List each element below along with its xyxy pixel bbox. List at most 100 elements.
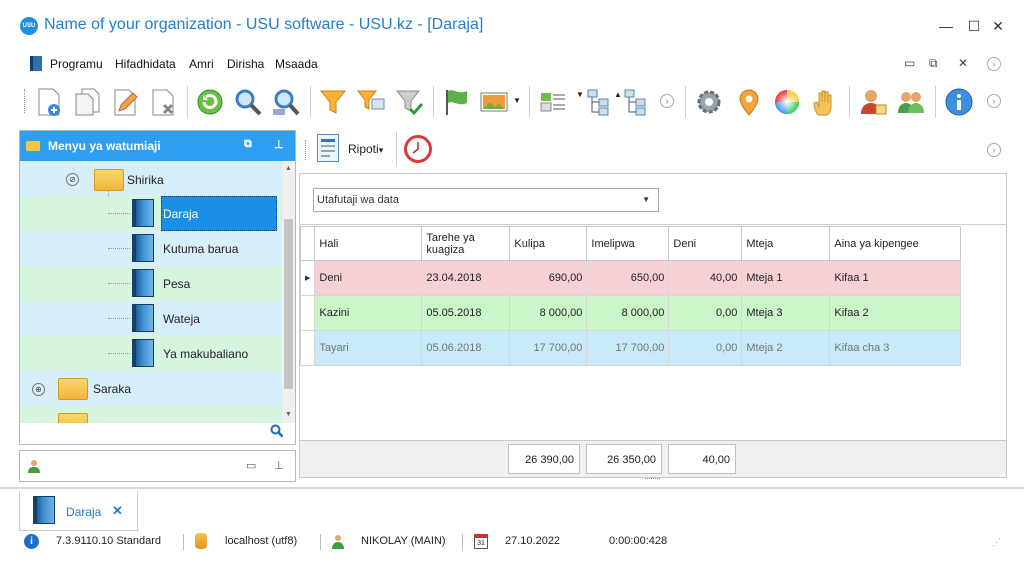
image-dropdown-icon[interactable]: ▼ — [513, 96, 521, 105]
cell-to-pay[interactable]: 690,00 — [509, 260, 588, 296]
copy-record-icon[interactable] — [71, 86, 103, 118]
cell-status[interactable]: Kazini — [314, 295, 423, 331]
col-mteja[interactable]: Mteja — [741, 226, 831, 261]
tree-scrollbar[interactable]: ▲ ▼ — [282, 161, 295, 423]
tree-collapse-icon[interactable] — [584, 86, 616, 118]
table-row[interactable]: Tayari 05.06.2018 17 700,00 17 700,00 0,… — [299, 330, 962, 366]
scroll-thumb[interactable] — [284, 219, 293, 389]
scroll-up-icon[interactable]: ▲ — [282, 165, 295, 172]
dropdown-arrow-icon[interactable]: ▼ — [642, 195, 650, 204]
tab-close-icon[interactable]: ✕ — [112, 503, 123, 519]
search-advanced-icon[interactable] — [270, 86, 302, 118]
col-kulipa[interactable]: Kulipa — [509, 226, 588, 261]
cell-debt[interactable]: 0,00 — [668, 330, 743, 366]
refresh-icon[interactable] — [194, 86, 226, 118]
report-menu-button[interactable]: Ripoti▾ — [348, 142, 383, 156]
panel-pin-button[interactable]: ⊥ — [274, 138, 284, 151]
cell-paid[interactable]: 650,00 — [586, 260, 670, 296]
mdi-minimize-button[interactable]: ▭ — [904, 56, 915, 70]
tree-expand-icon[interactable] — [621, 86, 653, 118]
cell-item-type[interactable]: Kifaa cha 3 — [829, 330, 962, 366]
users-group-icon[interactable] — [895, 86, 927, 118]
col-tarehe[interactable]: Tarehe ya kuagiza — [421, 226, 511, 261]
cell-item-type[interactable]: Kifaa 1 — [829, 260, 962, 296]
user-menu-panel: Menyu ya watumiaji ⧉ ⊥ ⊘ Shirika Daraja … — [19, 130, 296, 445]
menu-programu[interactable]: Programu — [50, 57, 103, 71]
clock-icon[interactable] — [404, 135, 432, 163]
col-imelipwa[interactable]: Imelipwa — [586, 226, 670, 261]
cell-paid[interactable]: 8 000,00 — [586, 295, 670, 331]
splitter-handle[interactable] — [645, 478, 660, 481]
tree-search-icon[interactable] — [270, 424, 284, 441]
menu-amri[interactable]: Amri — [189, 57, 214, 71]
minimize-button[interactable]: — — [936, 16, 956, 36]
cell-status[interactable]: Deni — [314, 260, 423, 296]
cell-to-pay[interactable]: 8 000,00 — [509, 295, 588, 331]
report-icon[interactable] — [317, 134, 339, 162]
cell-date[interactable]: 05.05.2018 — [421, 295, 511, 331]
mdi-restore-button[interactable]: ⧉ — [929, 56, 938, 71]
col-hali[interactable]: Hali — [314, 226, 423, 261]
menu-hifadhidata[interactable]: Hifadhidata — [115, 57, 176, 71]
map-pin-icon[interactable] — [733, 86, 765, 118]
app-menu-book-icon[interactable] — [30, 56, 42, 71]
tree-item-shirika[interactable]: ⊘ Shirika — [20, 161, 282, 196]
color-wheel-icon[interactable] — [771, 86, 803, 118]
panel2-minimize-button[interactable]: ▭ — [246, 459, 256, 472]
hand-icon[interactable] — [809, 86, 841, 118]
tab-daraja[interactable]: Daraja ✕ — [19, 491, 138, 531]
maximize-button[interactable]: ☐ — [964, 16, 984, 36]
table-row[interactable]: Kazini 05.05.2018 8 000,00 8 000,00 0,00… — [299, 295, 962, 331]
mdi-close-button[interactable]: ✕ — [958, 56, 968, 70]
add-record-icon[interactable] — [33, 86, 65, 118]
resize-grip-icon[interactable]: ⋰ — [992, 537, 1001, 548]
tree-item-saraka[interactable]: ⊕ Saraka — [20, 371, 282, 406]
expand-all-icon[interactable] — [537, 86, 569, 118]
menu-overflow-icon[interactable]: › — [987, 57, 1001, 71]
settings-gear-icon[interactable] — [693, 86, 725, 118]
cell-client[interactable]: Mteja 3 — [741, 295, 831, 331]
menu-dirisha[interactable]: Dirisha — [227, 57, 264, 71]
search-icon[interactable] — [232, 86, 264, 118]
col-deni[interactable]: Deni — [668, 226, 743, 261]
cell-debt[interactable]: 0,00 — [668, 295, 743, 331]
tree-item-daraja[interactable]: Daraja — [20, 196, 282, 231]
image-icon[interactable] — [478, 86, 510, 118]
report-toolbar-overflow-icon[interactable]: › — [987, 143, 1001, 157]
toolbar-overflow-icon-2[interactable]: › — [987, 94, 1001, 108]
close-button[interactable]: ✕ — [988, 16, 1008, 36]
filter-icon[interactable] — [317, 86, 349, 118]
tree-item-partial[interactable] — [20, 406, 282, 423]
scroll-down-icon[interactable]: ▼ — [282, 411, 295, 418]
col-aina[interactable]: Aina ya kipengee — [829, 226, 962, 261]
table-row[interactable]: ▶ Deni 23.04.2018 690,00 650,00 40,00 Mt… — [299, 260, 962, 296]
cell-date[interactable]: 23.04.2018 — [421, 260, 511, 296]
panel2-pin-button[interactable]: ⊥ — [274, 459, 284, 472]
clear-filter-icon[interactable] — [393, 86, 425, 118]
flag-icon[interactable] — [440, 86, 472, 118]
cell-to-pay[interactable]: 17 700,00 — [509, 330, 588, 366]
toolbar-overflow-icon-1[interactable]: › — [660, 94, 674, 108]
cell-date[interactable]: 05.06.2018 — [421, 330, 511, 366]
tree-item-pesa[interactable]: Pesa — [20, 266, 282, 301]
cell-status[interactable]: Tayari — [314, 330, 423, 366]
menu-msaada[interactable]: Msaada — [275, 57, 318, 71]
collapse-icon[interactable]: ⊘ — [66, 173, 79, 186]
tree-item-wateja[interactable]: Wateja — [20, 301, 282, 336]
cell-paid[interactable]: 17 700,00 — [586, 330, 670, 366]
tree-item-ya-makubaliano[interactable]: Ya makubaliano — [20, 336, 282, 371]
toolbar-grip[interactable] — [24, 89, 27, 113]
info-icon[interactable] — [943, 86, 975, 118]
data-search-select[interactable]: Utafutaji wa data ▼ — [313, 188, 659, 212]
filter-by-cell-icon[interactable] — [355, 86, 387, 118]
cell-client[interactable]: Mteja 1 — [741, 260, 831, 296]
tree-item-kutuma-barua[interactable]: Kutuma barua — [20, 231, 282, 266]
expand-icon[interactable]: ⊕ — [32, 383, 45, 396]
cell-item-type[interactable]: Kifaa 2 — [829, 295, 962, 331]
cell-debt[interactable]: 40,00 — [668, 260, 743, 296]
cell-client[interactable]: Mteja 2 — [741, 330, 831, 366]
panel-float-button[interactable]: ⧉ — [244, 138, 252, 151]
delete-record-icon[interactable] — [147, 86, 179, 118]
user-card-icon[interactable] — [857, 86, 889, 118]
edit-record-icon[interactable] — [109, 86, 141, 118]
